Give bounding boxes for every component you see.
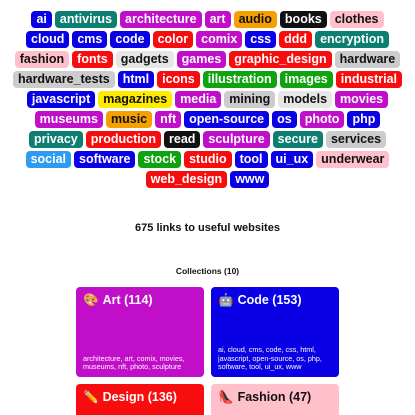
- tag-illustration[interactable]: illustration: [202, 71, 277, 88]
- tag-architecture[interactable]: architecture: [120, 11, 202, 28]
- tag-services[interactable]: services: [325, 131, 387, 148]
- tag-gadgets[interactable]: gadgets: [115, 51, 174, 68]
- tag-antivirus[interactable]: antivirus: [54, 11, 118, 28]
- tag-social[interactable]: social: [25, 151, 72, 168]
- tag-html[interactable]: html: [117, 71, 155, 88]
- tag-books[interactable]: books: [279, 11, 327, 28]
- tag-stock[interactable]: stock: [138, 151, 182, 168]
- tag-art[interactable]: art: [204, 11, 231, 28]
- tag-www[interactable]: www: [230, 171, 270, 188]
- palette-icon: 🎨: [83, 293, 99, 307]
- tag-open-source[interactable]: open-source: [184, 111, 270, 128]
- tag-icons[interactable]: icons: [157, 71, 200, 88]
- tag-clothes[interactable]: clothes: [329, 11, 384, 28]
- tag-cloud[interactable]: cloud: [26, 31, 70, 48]
- collection-card-design[interactable]: ✏️ Design (136): [76, 384, 204, 415]
- collection-tags: architecture, art, comix, movies, museum…: [83, 353, 185, 372]
- tag-graphic-design[interactable]: graphic_design: [229, 51, 332, 68]
- pencil-icon: ✏️: [83, 390, 99, 404]
- tag-industrial[interactable]: industrial: [335, 71, 403, 88]
- tag-secure[interactable]: secure: [272, 131, 323, 148]
- tag-nft[interactable]: nft: [155, 111, 182, 128]
- tag-models[interactable]: models: [278, 91, 333, 108]
- tag-audio[interactable]: audio: [233, 11, 277, 28]
- high-heel-icon: 👠: [218, 390, 234, 404]
- tag-ai[interactable]: ai: [31, 11, 52, 28]
- tag-hardware-tests[interactable]: hardware_tests: [12, 71, 115, 88]
- robot-icon: 🤖: [218, 293, 234, 307]
- tag-sculpture[interactable]: sculpture: [203, 131, 270, 148]
- tag-os[interactable]: os: [272, 111, 297, 128]
- tag-color[interactable]: color: [152, 31, 194, 48]
- tag-cloud: ai antivirus architecture art audio books clot…: [12, 11, 403, 188]
- tag-underwear[interactable]: underwear: [316, 151, 390, 168]
- links-count: 675 links to useful websites: [135, 222, 280, 234]
- tag-hardware[interactable]: hardware: [334, 51, 401, 68]
- tag-software[interactable]: software: [74, 151, 136, 168]
- tag-web-design[interactable]: web_design: [145, 171, 228, 188]
- collection-card-art[interactable]: 🎨 Art (114) architecture, art, comix, mov…: [76, 287, 204, 377]
- tag-fonts[interactable]: fonts: [72, 51, 113, 68]
- collection-tags: ai, cloud, cms, code, css, html, javascr…: [218, 345, 322, 372]
- tag-production[interactable]: production: [85, 131, 161, 148]
- tag-read[interactable]: read: [164, 131, 201, 148]
- tag-ui-ux[interactable]: ui_ux: [270, 151, 314, 168]
- collection-title: 🤖 Code (153): [218, 293, 332, 308]
- tag-css[interactable]: css: [245, 31, 277, 48]
- collection-card-code[interactable]: 🤖 Code (153) ai, cloud, cms, code, css, h…: [211, 287, 339, 377]
- tag-code[interactable]: code: [110, 31, 150, 48]
- collection-title: 👠 Fashion (47): [218, 390, 332, 405]
- tag-comix[interactable]: comix: [196, 31, 243, 48]
- tag-php[interactable]: php: [347, 111, 381, 128]
- tag-games[interactable]: games: [176, 51, 227, 68]
- tag-photo[interactable]: photo: [299, 111, 345, 128]
- collection-title-text: Code (153): [237, 293, 302, 307]
- tag-encryption[interactable]: encryption: [315, 31, 389, 48]
- collection-title-text: Fashion (47): [237, 390, 312, 404]
- tag-studio[interactable]: studio: [184, 151, 232, 168]
- tag-images[interactable]: images: [279, 71, 333, 88]
- collections-heading: Collections (10): [175, 266, 240, 276]
- tag-fashion[interactable]: fashion: [14, 51, 70, 68]
- tag-ddd[interactable]: ddd: [279, 31, 313, 48]
- tag-mining[interactable]: mining: [224, 91, 276, 108]
- tag-movies[interactable]: movies: [335, 91, 389, 108]
- tag-museums[interactable]: museums: [34, 111, 103, 128]
- tag-media[interactable]: media: [175, 91, 222, 108]
- tag-javascript[interactable]: javascript: [26, 91, 96, 108]
- tag-tool[interactable]: tool: [234, 151, 268, 168]
- collection-title: ✏️ Design (136): [83, 390, 197, 405]
- tag-music[interactable]: music: [106, 111, 153, 128]
- collection-card-fashion[interactable]: 👠 Fashion (47): [211, 384, 339, 415]
- collection-title-text: Art (114): [102, 293, 153, 307]
- collection-title: 🎨 Art (114): [83, 293, 197, 308]
- tag-magazines[interactable]: magazines: [98, 91, 173, 108]
- tag-cms[interactable]: cms: [72, 31, 108, 48]
- tag-privacy[interactable]: privacy: [28, 131, 83, 148]
- collection-title-text: Design (136): [102, 390, 177, 404]
